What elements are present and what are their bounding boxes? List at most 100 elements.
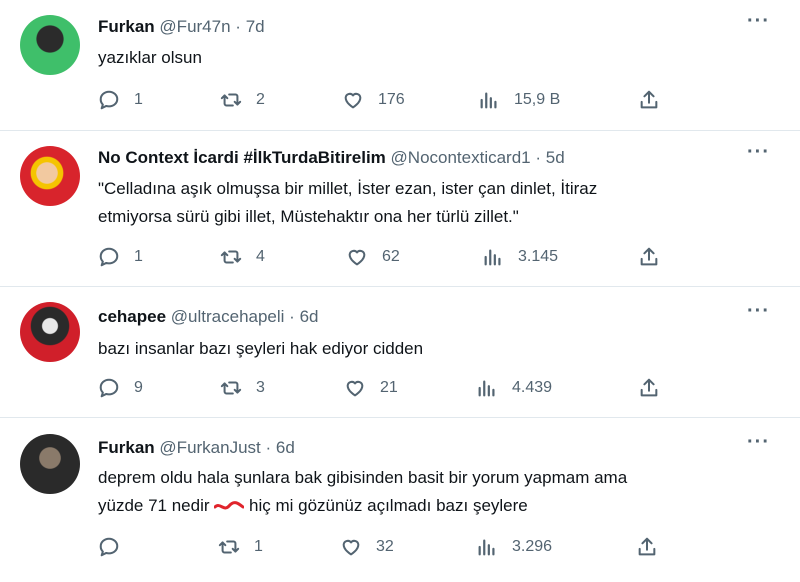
tweet-text: yazıklar olsun [98,44,758,72]
separator-dot: · [289,307,295,326]
retweet-count: 2 [256,91,265,108]
retweet-icon [220,93,242,107]
views-button[interactable]: 3.296 [476,536,552,558]
views-button[interactable]: 3.145 [482,246,558,268]
separator-dot: · [535,148,542,167]
like-count: 21 [380,379,398,396]
tweet-text: bazı insanlar bazı şeyleri hak ediyor ci… [98,335,758,363]
author-handle[interactable]: @Fur47n [159,17,230,36]
views-icon [480,92,497,109]
action-bar: 1 4 62 3.145 [98,246,678,270]
tweet-text-line: deprem oldu hala şunlara bak gibisinden … [98,468,628,487]
share-button[interactable] [638,246,660,268]
action-bar: 1 32 3.296 [98,536,678,560]
reply-icon [99,537,119,557]
like-icon [342,539,360,556]
avatar[interactable] [20,434,80,494]
tweet[interactable]: cehapee @ultracehapeli · 6d ··· bazı ins… [0,287,800,418]
view-count: 15,9 B [514,91,561,108]
retweet-button[interactable]: 2 [220,89,265,111]
retweet-button[interactable]: 1 [218,536,263,558]
retweet-button[interactable]: 4 [220,246,265,268]
views-icon [484,249,501,266]
tweet-header: No Context İcardi #İlkTurdaBitirelim @No… [98,148,565,168]
view-count: 3.145 [518,248,559,265]
tweet-text-line: yüzde 71 nedir hiç mi gözünüz açılmadı b… [98,492,758,520]
like-button[interactable]: 21 [344,377,398,399]
more-icon[interactable]: ··· [747,10,770,33]
tweet-header: cehapee @ultracehapeli · 6d [98,307,319,327]
author-name[interactable]: cehapee [98,307,166,326]
retweet-count: 3 [256,379,265,396]
retweet-icon [218,540,240,554]
reply-icon [99,90,119,110]
tweet-text-fragment: hiç mi gözünüz açılmadı bazı şeylere [249,496,528,515]
reply-button[interactable] [98,536,134,558]
views-button[interactable]: 4.439 [476,377,552,399]
retweet-icon [220,250,242,264]
separator-dot: · [265,438,272,457]
share-icon [640,90,658,109]
views-icon [478,539,495,556]
like-count: 62 [382,248,400,265]
reply-button[interactable]: 9 [98,377,143,399]
tweet-header: Furkan @Fur47n · 7d [98,17,265,37]
action-bar: 9 3 21 4.439 [98,377,678,401]
like-count: 32 [376,538,394,555]
like-icon [346,380,364,397]
retweet-count: 1 [254,538,263,555]
views-button[interactable]: 15,9 B [478,89,560,111]
share-icon [640,378,658,397]
retweet-icon [220,381,242,395]
timestamp[interactable]: 6d [276,438,295,457]
author-name[interactable]: No Context İcardi #İlkTurdaBitirelim [98,148,386,167]
more-icon[interactable]: ··· [747,300,770,323]
tweet-text-fragment: yüzde 71 nedir [98,496,210,515]
author-name[interactable]: Furkan [98,17,155,36]
timestamp[interactable]: 7d [246,17,265,36]
share-button[interactable] [638,89,660,111]
reply-icon [99,247,119,267]
more-icon[interactable]: ··· [747,141,770,164]
like-icon [344,92,362,109]
tweet-text-line: etmiyorsa sürü gibi illet, Müstehaktır o… [98,207,519,226]
reply-button[interactable]: 1 [98,89,143,111]
share-icon [638,537,656,556]
like-button[interactable]: 32 [340,536,394,558]
author-handle[interactable]: @ultracehapeli [171,307,285,326]
tweet-text: "Celladına aşık olmuşsa bir millet, İste… [98,175,758,231]
separator-dot: · [235,17,241,36]
avatar[interactable] [20,302,80,362]
author-handle[interactable]: @Nocontexticard1 [391,148,531,167]
tweet[interactable]: No Context İcardi #İlkTurdaBitirelim @No… [0,131,800,287]
tweet-text-line: "Celladına aşık olmuşsa bir millet, İste… [98,179,598,198]
like-button[interactable]: 176 [342,89,405,111]
reply-icon [99,378,119,398]
reply-button[interactable]: 1 [98,246,143,268]
tweet-text-line: bazı insanlar bazı şeyleri hak ediyor ci… [98,339,424,358]
share-button[interactable] [638,377,660,399]
reply-count: 1 [134,91,143,108]
reply-count: 9 [134,379,143,396]
avatar[interactable] [20,15,80,75]
like-count: 176 [378,91,405,108]
more-icon[interactable]: ··· [747,431,770,454]
tweet[interactable]: Furkan @FurkanJust · 6d ··· deprem oldu … [0,418,800,582]
retweet-button[interactable]: 3 [220,377,265,399]
tweet[interactable]: Furkan @Fur47n · 7d ··· yazıklar olsun 1… [0,0,800,131]
reply-feed: Furkan @Fur47n · 7d ··· yazıklar olsun 1… [0,0,800,582]
retweet-count: 4 [256,248,265,265]
share-button[interactable] [636,536,658,558]
author-name[interactable]: Furkan [98,438,155,457]
timestamp[interactable]: 6d [300,307,319,326]
timestamp[interactable]: 5d [546,148,565,167]
action-bar: 1 2 176 15,9 B [98,89,678,113]
view-count: 3.296 [512,538,553,555]
author-handle[interactable]: @FurkanJust [159,438,260,457]
like-button[interactable]: 62 [346,246,400,268]
tweet-text: deprem oldu hala şunlara bak gibisinden … [98,464,758,520]
avatar[interactable] [20,146,80,206]
tweet-text-line: yazıklar olsun [98,48,202,67]
share-icon [640,247,658,266]
red-scribble-mark [214,500,245,509]
